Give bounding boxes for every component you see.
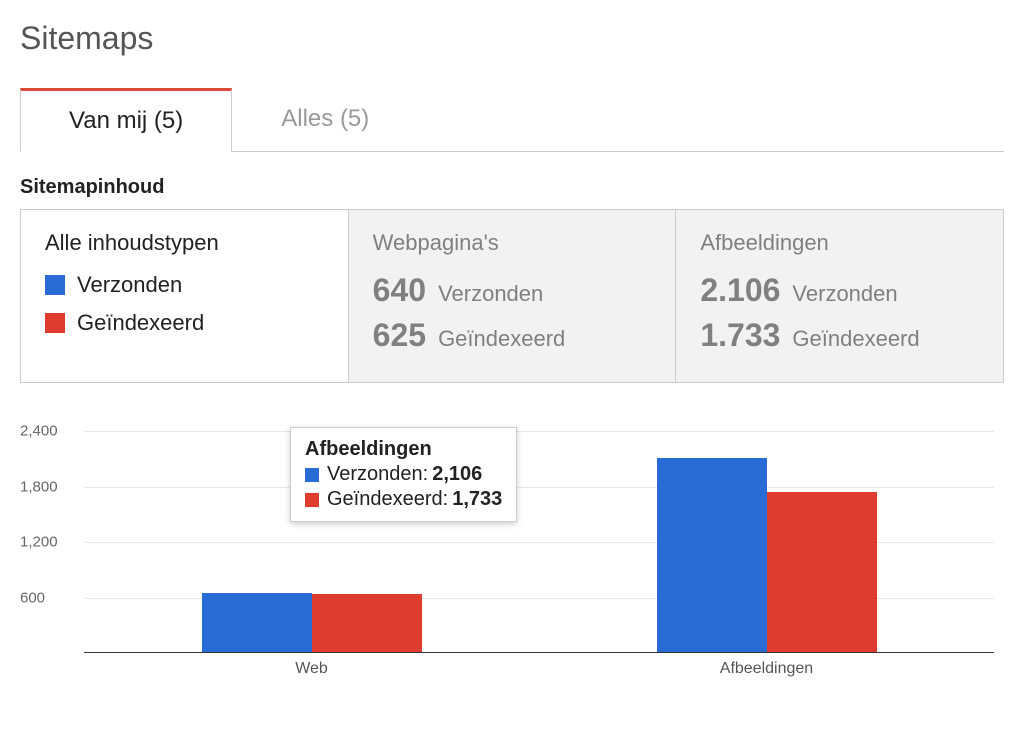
- stat-value: 2.106: [700, 272, 780, 309]
- gridline: [84, 487, 994, 488]
- stat-label: Geïndexeerd: [792, 326, 919, 352]
- x-tick-label: Afbeeldingen: [720, 660, 813, 678]
- tooltip-row-indexed: Geïndexeerd: 1,733: [305, 488, 502, 511]
- stat-label: Verzonden: [792, 281, 897, 307]
- tooltip-label: Geïndexeerd: [327, 488, 443, 511]
- tile-all-types[interactable]: Alle inhoudstypen Verzonden Geïndexeerd: [21, 210, 349, 382]
- stat-submitted: 640 Verzonden: [373, 272, 652, 309]
- y-tick-label: 1,800: [20, 478, 80, 495]
- tabs: Van mij (5) Alles (5): [20, 87, 1004, 152]
- legend-label: Verzonden: [77, 272, 182, 298]
- tile-webpages[interactable]: Webpagina's 640 Verzonden 625 Geïndexeer…: [349, 210, 677, 382]
- y-tick-label: 2,400: [20, 423, 80, 440]
- tab-my-sitemaps[interactable]: Van mij (5): [20, 88, 232, 152]
- page-title: Sitemaps: [20, 20, 1004, 57]
- stat-value: 625: [373, 317, 426, 354]
- square-icon: [305, 468, 319, 482]
- y-tick-label: 1,200: [20, 534, 80, 551]
- tile-title: Webpagina's: [373, 230, 652, 256]
- tooltip-row-submitted: Verzonden: 2,106: [305, 463, 502, 486]
- tile-images[interactable]: Afbeeldingen 2.106 Verzonden 1.733 Geïnd…: [676, 210, 1003, 382]
- tooltip-value: 1,733: [452, 488, 502, 511]
- tile-title: Alle inhoudstypen: [45, 230, 324, 256]
- stat-indexed: 1.733 Geïndexeerd: [700, 317, 979, 354]
- square-icon: [45, 275, 65, 295]
- y-tick-label: 600: [20, 589, 80, 606]
- bar-chart: 600 1,200 1,800 2,400 Web Afbeeldingen Afbeel…: [20, 413, 1004, 683]
- tooltip-title: Afbeeldingen: [305, 438, 502, 461]
- stat-value: 640: [373, 272, 426, 309]
- legend-label: Geïndexeerd: [77, 310, 204, 336]
- section-title: Sitemapinhoud: [20, 176, 1004, 199]
- stat-label: Verzonden: [438, 281, 543, 307]
- bar-verzonden[interactable]: [202, 593, 312, 652]
- square-icon: [305, 493, 319, 507]
- gridline: [84, 431, 994, 432]
- content-type-tiles: Alle inhoudstypen Verzonden Geïndexeerd …: [20, 209, 1004, 383]
- tile-title: Afbeeldingen: [700, 230, 979, 256]
- stat-value: 1.733: [700, 317, 780, 354]
- legend-submitted: Verzonden: [45, 272, 324, 298]
- stat-indexed: 625 Geïndexeerd: [373, 317, 652, 354]
- tooltip-label: Verzonden: [327, 463, 423, 486]
- stat-label: Geïndexeerd: [438, 326, 565, 352]
- tooltip-value: 2,106: [432, 463, 482, 486]
- stat-submitted: 2.106 Verzonden: [700, 272, 979, 309]
- legend-indexed: Geïndexeerd: [45, 310, 324, 336]
- chart-tooltip: Afbeeldingen Verzonden: 2,106 Geïndexeer…: [290, 427, 517, 522]
- bar-geïndexeerd[interactable]: [312, 594, 422, 652]
- tab-all-sitemaps[interactable]: Alles (5): [232, 88, 418, 152]
- square-icon: [45, 313, 65, 333]
- bar-geïndexeerd[interactable]: [767, 492, 877, 652]
- bar-verzonden[interactable]: [657, 458, 767, 652]
- x-tick-label: Web: [295, 660, 328, 678]
